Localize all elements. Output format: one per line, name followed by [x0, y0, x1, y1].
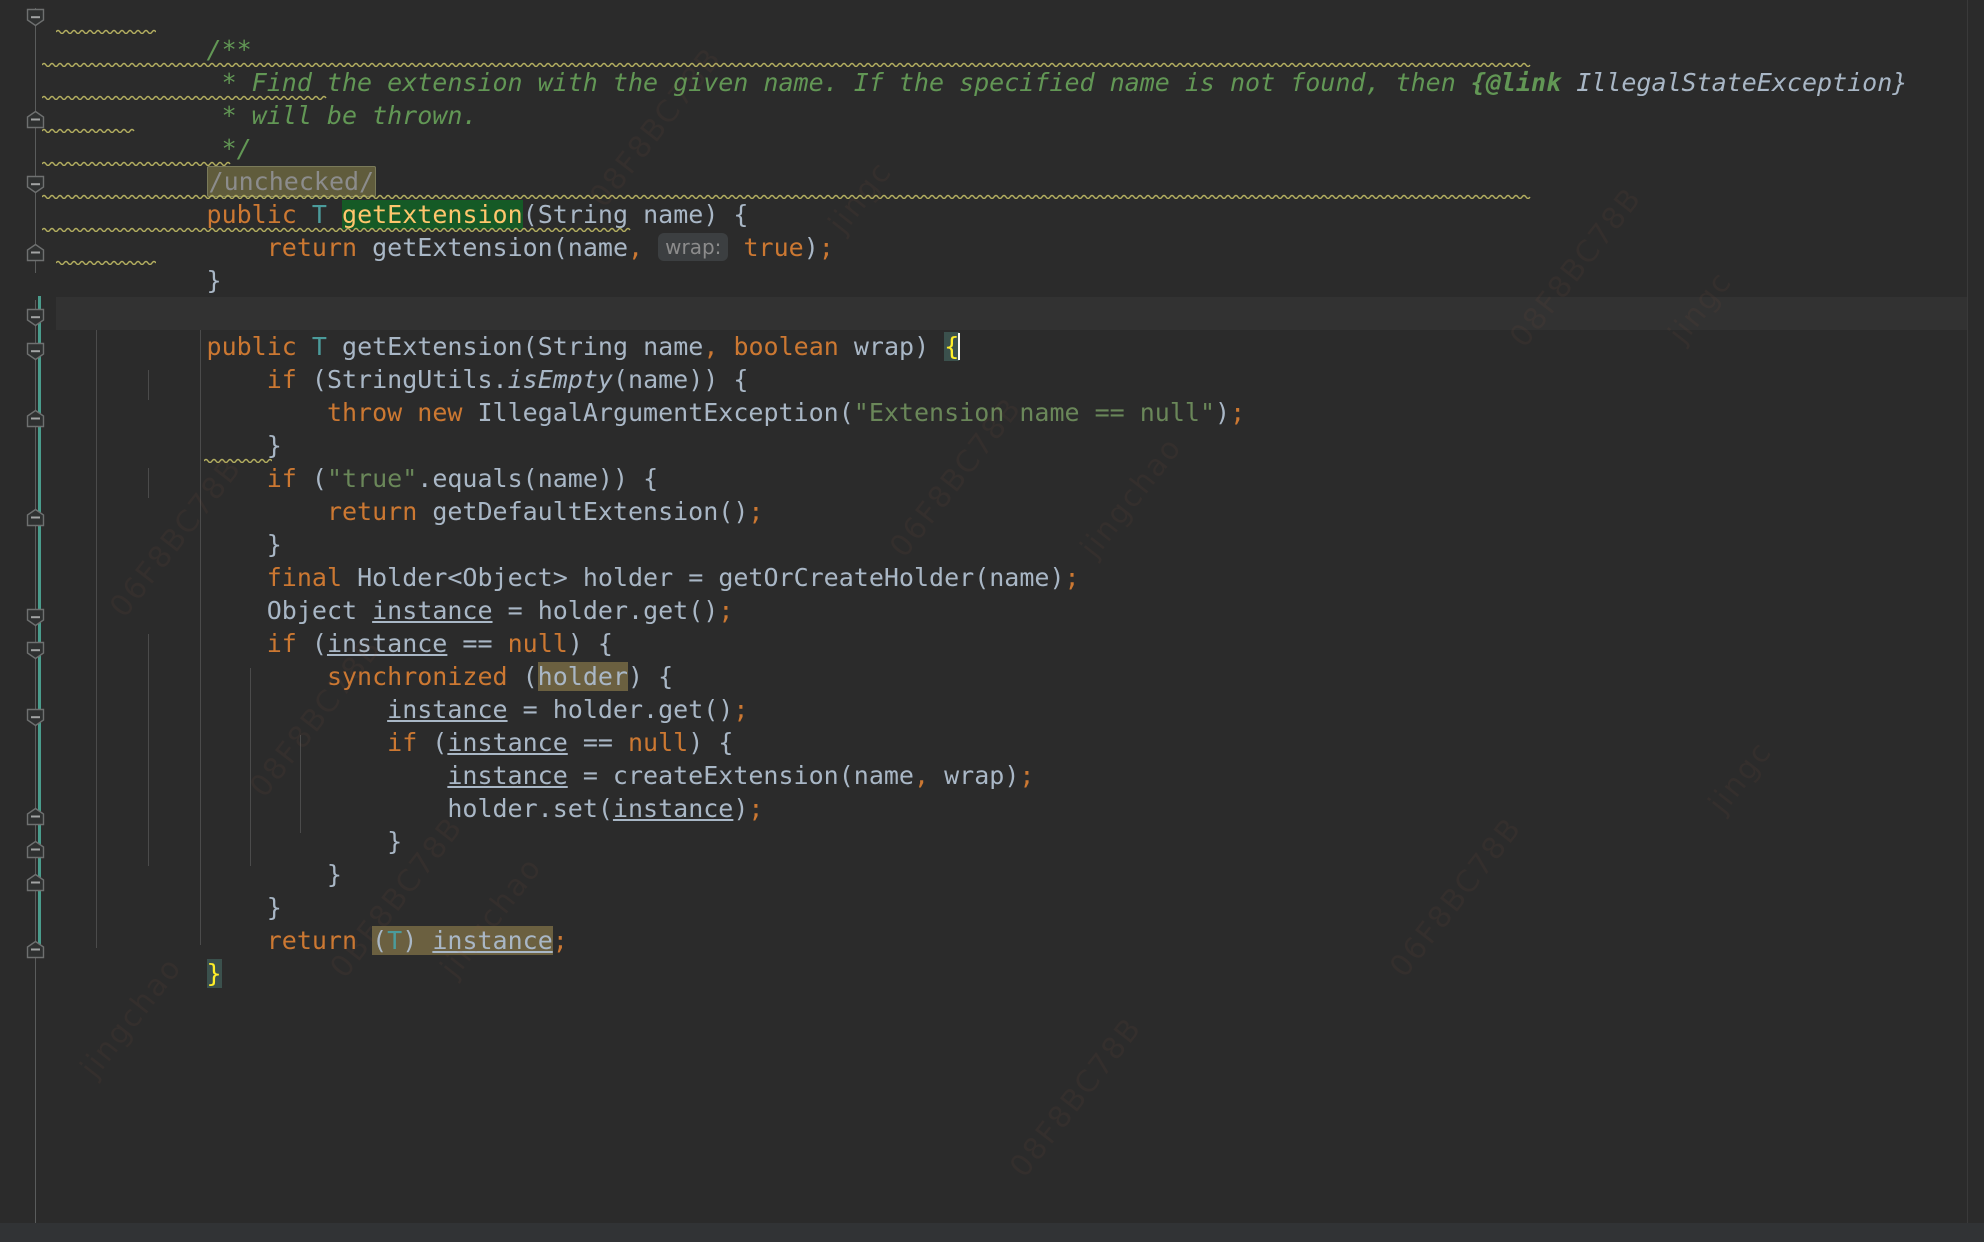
fold-marker-expanded-end[interactable] — [26, 940, 45, 959]
code-line[interactable]: } — [0, 231, 1984, 295]
code-line[interactable]: } — [0, 495, 1984, 559]
code-content[interactable]: /** * Find the extension with the given … — [0, 0, 1984, 1242]
code-line[interactable]: } — [0, 924, 1984, 988]
fold-marker-expanded-start[interactable] — [26, 175, 45, 194]
code-line[interactable]: return getExtension(name, wrap: true); — [0, 198, 1984, 262]
code-line[interactable]: } — [0, 792, 1984, 856]
code-line[interactable]: return getDefaultExtension(); — [0, 462, 1984, 526]
fold-marker-expanded-end[interactable] — [26, 243, 45, 262]
code-line[interactable]: if (StringUtils.isEmpty(name)) { — [0, 330, 1984, 394]
code-line[interactable]: final Holder<Object> holder = getOrCreat… — [0, 528, 1984, 592]
code-line[interactable]: synchronized (holder) { — [0, 627, 1984, 691]
matched-brace-close: } — [206, 959, 222, 988]
code-line[interactable]: /unchecked/ — [0, 132, 1984, 197]
fold-marker-expanded-end[interactable] — [26, 409, 45, 428]
code-line-current[interactable]: public T getExtension(String name, boole… — [0, 297, 1984, 361]
code-line[interactable]: return (T) instance; — [0, 891, 1984, 955]
fold-marker-expanded-start[interactable] — [26, 608, 45, 627]
code-line[interactable]: * Find the extension with the given name… — [0, 33, 1984, 97]
code-line[interactable] — [0, 264, 1984, 297]
fold-marker-expanded-end[interactable] — [26, 110, 45, 129]
fold-marker-expanded-end[interactable] — [26, 807, 45, 826]
fold-marker-expanded-start[interactable] — [26, 8, 45, 27]
code-line[interactable]: if (instance == null) { — [0, 693, 1984, 757]
code-line[interactable]: public T getExtension(String name) { — [0, 165, 1984, 229]
fold-marker-expanded-end[interactable] — [26, 873, 45, 892]
code-line[interactable]: } — [0, 858, 1984, 922]
editor-gutter[interactable] — [0, 0, 56, 1242]
editor-bottom-strip — [0, 1223, 1984, 1242]
code-line[interactable]: */ — [0, 99, 1984, 163]
code-line[interactable]: * will be thrown. — [0, 66, 1984, 130]
editor-scrollbar-lane[interactable] — [1967, 0, 1984, 1223]
fold-marker-expanded-start[interactable] — [26, 641, 45, 660]
fold-marker-expanded-end[interactable] — [26, 508, 45, 527]
code-line[interactable]: if ("true".equals(name)) { — [0, 429, 1984, 493]
fold-marker-expanded-start[interactable] — [26, 708, 45, 727]
code-line[interactable]: holder.set(instance); — [0, 759, 1984, 823]
fold-marker-expanded-end[interactable] — [26, 840, 45, 859]
fold-marker-expanded-start[interactable] — [26, 308, 45, 327]
code-line[interactable]: Object instance = holder.get(); — [0, 561, 1984, 625]
code-line[interactable]: throw new IllegalArgumentException("Exte… — [0, 363, 1984, 427]
code-line[interactable]: /** — [0, 0, 1984, 64]
code-editor[interactable]: 08F8BC78B jingc 08F8BC78B jingc 06F8BC78… — [0, 0, 1984, 1242]
code-line[interactable]: } — [0, 825, 1984, 889]
fold-marker-expanded-start[interactable] — [26, 342, 45, 361]
code-line[interactable]: instance = holder.get(); — [0, 660, 1984, 724]
code-line[interactable]: instance = createExtension(name, wrap); — [0, 726, 1984, 790]
code-line[interactable]: } — [0, 396, 1984, 460]
code-line[interactable]: if (instance == null) { — [0, 594, 1984, 658]
